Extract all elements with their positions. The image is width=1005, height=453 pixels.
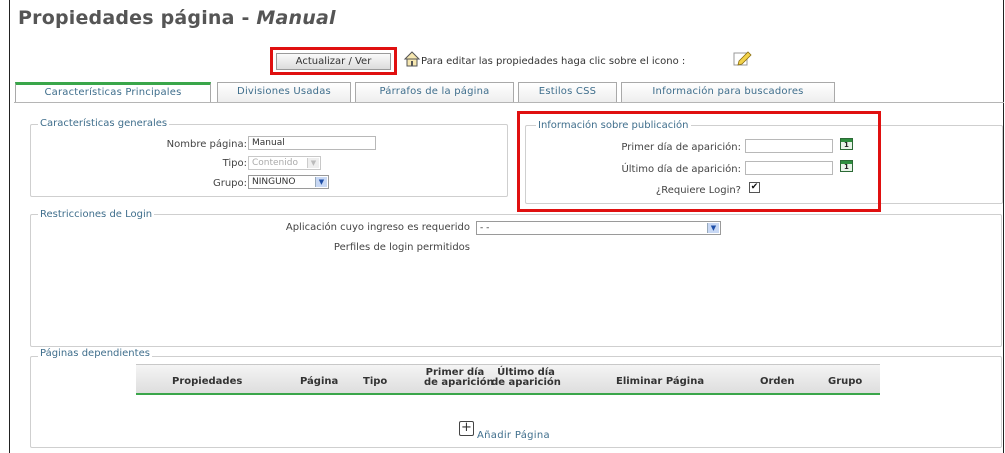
- home-help-icon[interactable]: [403, 51, 421, 67]
- group-label: Grupo:: [212, 178, 247, 189]
- login-app-select[interactable]: - - ▼: [476, 221, 721, 235]
- tab-divisiones-usadas[interactable]: Divisiones Usadas: [217, 82, 351, 102]
- chevron-down-icon: ▼: [307, 158, 319, 168]
- help-text: Para editar las propiedades haga clic so…: [421, 56, 686, 67]
- page-title-prefix: Propiedades página -: [18, 7, 257, 29]
- add-page-plus-icon[interactable]: +: [459, 421, 474, 436]
- col-ultimo-dia-line2: de aparición: [491, 377, 561, 388]
- col-ultimo-dia: Último día de aparición: [491, 368, 561, 388]
- tab-informacion-buscadores[interactable]: Información para buscadores: [621, 82, 835, 102]
- page-name-input[interactable]: [248, 136, 376, 150]
- tab-estilos-css[interactable]: Estilos CSS: [518, 82, 617, 102]
- type-select-value: Contenido: [252, 158, 298, 168]
- type-select: Contenido ▼: [248, 156, 321, 170]
- page-name-label: Nombre página:: [166, 139, 247, 150]
- dependents-legend: Páginas dependientes: [38, 348, 152, 359]
- chevron-down-icon: ▼: [707, 223, 719, 233]
- login-profiles-label: Perfiles de login permitidos: [333, 242, 470, 253]
- update-highlight-box: Actualizar / Ver: [270, 47, 397, 75]
- login-app-label: Aplicación cuyo ingreso es requerido: [285, 222, 470, 233]
- col-eliminar-pagina: Eliminar Página: [616, 376, 705, 387]
- login-legend: Restricciones de Login: [38, 209, 155, 220]
- group-select[interactable]: NINGUNO ▼: [248, 175, 329, 189]
- frame-border-left: [9, 0, 10, 453]
- publication-highlight-box: [517, 111, 881, 212]
- col-pagina: Página: [300, 376, 339, 387]
- chevron-down-icon: ▼: [315, 177, 327, 187]
- add-page-link[interactable]: Añadir Página: [477, 430, 550, 441]
- pencil-icon: [733, 51, 752, 66]
- tab-parrafos-pagina[interactable]: Párrafos de la página: [355, 82, 514, 102]
- col-primer-dia: Primer día de aparición: [424, 368, 494, 388]
- group-select-value: NINGUNO: [252, 177, 296, 187]
- update-view-button[interactable]: Actualizar / Ver: [276, 53, 391, 70]
- col-propiedades: Propiedades: [172, 376, 243, 387]
- frame-border-right: [1003, 0, 1004, 453]
- col-grupo: Grupo: [828, 376, 863, 387]
- page-title-name: Manual: [256, 7, 336, 29]
- general-legend: Características generales: [38, 118, 170, 129]
- dependents-table-header: Propiedades Página Tipo Primer día de ap…: [136, 364, 880, 395]
- type-label: Tipo:: [222, 158, 247, 169]
- page-title: Propiedades página - Manual: [18, 7, 336, 29]
- tab-caracteristicas-principales[interactable]: Características Principales: [15, 82, 211, 103]
- login-app-value: - -: [480, 223, 490, 233]
- col-orden: Orden: [760, 376, 795, 387]
- col-primer-dia-line2: de aparición: [424, 377, 494, 388]
- tab-strip-divider: [14, 102, 1004, 103]
- col-tipo: Tipo: [363, 376, 388, 387]
